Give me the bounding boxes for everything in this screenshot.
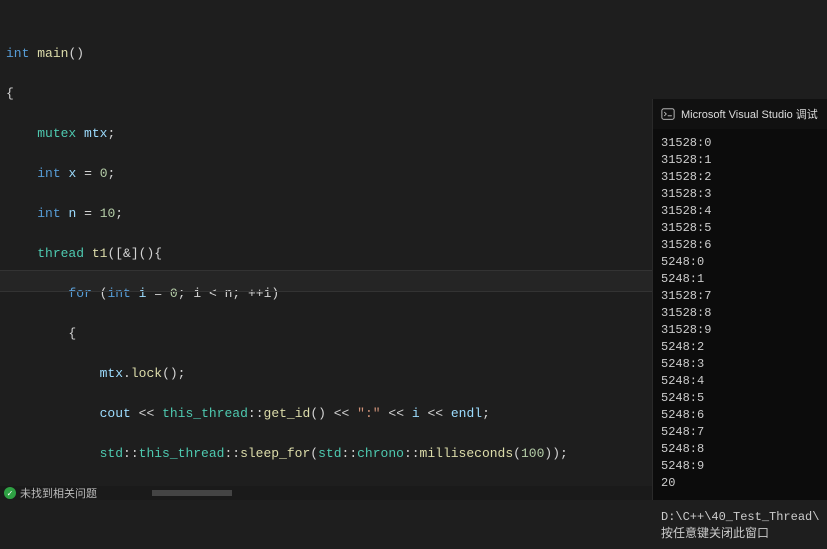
code-line: mutex mtx;	[6, 124, 652, 144]
scrollbar-thumb[interactable]	[152, 490, 232, 496]
code-line: {	[6, 324, 652, 344]
horizontal-scrollbar[interactable]	[152, 488, 652, 498]
code-line: int main()	[6, 44, 652, 64]
console-output[interactable]: 31528:0 31528:1 31528:2 31528:3 31528:4 …	[653, 129, 827, 549]
status-bar: ✓ 未找到相关问题	[0, 486, 652, 500]
debug-console-window[interactable]: Microsoft Visual Studio 调试 31528:0 31528…	[652, 99, 827, 500]
check-icon: ✓	[4, 487, 16, 499]
code-editor[interactable]: int main() { mutex mtx; int x = 0; int n…	[0, 0, 652, 500]
console-title: Microsoft Visual Studio 调试	[681, 106, 818, 122]
code-line: mtx.lock();	[6, 364, 652, 384]
code-line: {	[6, 84, 652, 104]
status-message: 未找到相关问题	[20, 485, 97, 501]
terminal-icon	[661, 107, 675, 121]
code-line: thread t1([&](){	[6, 244, 652, 264]
code-line: std::this_thread::sleep_for(std::chrono:…	[6, 444, 652, 464]
code-line: for (int i = 0; i < n; ++i)	[6, 284, 652, 304]
code-line: int n = 10;	[6, 204, 652, 224]
code-line: int x = 0;	[6, 164, 652, 184]
code-line: cout << this_thread::get_id() << ":" << …	[6, 404, 652, 424]
console-titlebar[interactable]: Microsoft Visual Studio 调试	[653, 99, 827, 129]
